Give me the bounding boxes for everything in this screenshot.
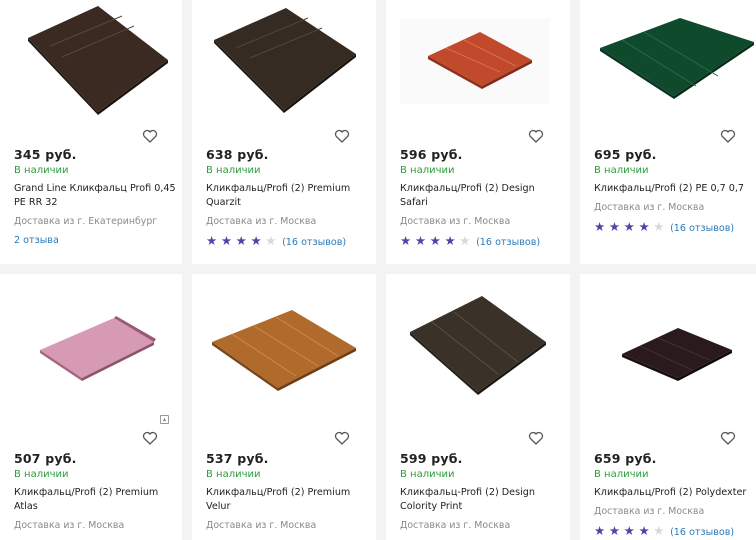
- reviews-count[interactable]: (16 отзывов): [670, 527, 734, 538]
- star-icon: ★: [638, 523, 650, 538]
- product-card[interactable]: ▴ 507 руб. В наличии Кликфальц/Profi (2)…: [0, 274, 182, 540]
- star-icon: ★: [250, 233, 262, 248]
- shipping-info: Доставка из г. Москва: [594, 506, 705, 517]
- heart-icon[interactable]: [528, 430, 546, 446]
- star-empty-icon: ★: [653, 523, 665, 538]
- product-price: 659 руб.: [594, 451, 657, 466]
- shipping-info: Доставка из г. Екатеринбург: [14, 216, 158, 227]
- star-empty-icon: ★: [459, 233, 471, 248]
- compare-icon[interactable]: ▴: [160, 415, 169, 424]
- product-image[interactable]: [386, 0, 570, 120]
- star-icon: ★: [594, 219, 606, 234]
- shipping-info: Доставка из г. Москва: [14, 520, 125, 531]
- product-title[interactable]: Кликфальц/Profi (2) Polydexter: [594, 486, 756, 500]
- product-price: 537 руб.: [206, 451, 269, 466]
- product-card[interactable]: 537 руб. В наличии Кликфальц/Profi (2) P…: [192, 274, 376, 540]
- product-card[interactable]: 659 руб. В наличии Кликфальц/Profi (2) P…: [580, 274, 756, 540]
- product-price: 599 руб.: [400, 451, 463, 466]
- product-card[interactable]: 596 руб. В наличии Кликфальц/Profi (2) D…: [386, 0, 570, 264]
- reviews-count[interactable]: (16 отзывов): [282, 237, 346, 248]
- star-icon: ★: [235, 233, 247, 248]
- product-title[interactable]: Grand Line Кликфальц Profi 0,45 PE RR 32: [14, 182, 178, 210]
- star-icon: ★: [414, 233, 427, 248]
- reviews-count[interactable]: 2 отзыва: [14, 235, 59, 246]
- star-icon: ★: [638, 219, 650, 234]
- heart-icon[interactable]: [720, 430, 738, 446]
- product-card[interactable]: 638 руб. В наличии Кликфальц/Profi (2) P…: [192, 0, 376, 264]
- availability-status: В наличии: [594, 165, 649, 176]
- product-grid: 345 руб. В наличии Grand Line Кликфальц …: [0, 0, 756, 540]
- heart-icon[interactable]: [528, 128, 546, 144]
- reviews-link[interactable]: 2 отзыва: [14, 235, 59, 246]
- shipping-info: Доставка из г. Москва: [400, 216, 511, 227]
- product-price: 507 руб.: [14, 451, 77, 466]
- reviews-count[interactable]: (16 отзывов): [476, 237, 540, 248]
- product-title[interactable]: Кликфальц/Profi (2) Premium Velur: [206, 486, 370, 514]
- shipping-info: Доставка из г. Москва: [594, 202, 705, 213]
- heart-icon[interactable]: [142, 128, 160, 144]
- star-icon: ★: [400, 233, 412, 248]
- star-icon: ★: [608, 219, 621, 234]
- product-image[interactable]: [0, 0, 182, 120]
- product-title[interactable]: Кликфальц/Profi (2) PE 0,7 0,7: [594, 182, 756, 196]
- rating-reviews[interactable]: ★ ★ ★ ★ ★ (16 отзывов): [594, 219, 734, 234]
- product-title[interactable]: Кликфальц/Profi (2) Premium Quarzit: [206, 182, 370, 210]
- availability-status: В наличии: [400, 469, 455, 480]
- rating-reviews[interactable]: ★ ★ ★ ★ ★ (16 отзывов): [206, 233, 346, 248]
- product-price: 638 руб.: [206, 147, 269, 162]
- product-card[interactable]: 599 руб. В наличии Кликфальц-Profi (2) D…: [386, 274, 570, 540]
- product-image[interactable]: [192, 0, 376, 120]
- availability-status: В наличии: [206, 165, 261, 176]
- availability-status: В наличии: [14, 469, 69, 480]
- star-icon: ★: [623, 219, 635, 234]
- heart-icon[interactable]: [142, 430, 160, 446]
- rating-reviews[interactable]: ★ ★ ★ ★ ★ (16 отзывов): [594, 523, 734, 538]
- product-title[interactable]: Кликфальц/Profi (2) Premium Atlas: [14, 486, 178, 514]
- heart-icon[interactable]: [334, 128, 352, 144]
- product-card[interactable]: 695 руб. В наличии Кликфальц/Profi (2) P…: [580, 0, 756, 264]
- product-title[interactable]: Кликфальц/Profi (2) Design Safari: [400, 182, 564, 210]
- star-icon: ★: [220, 233, 233, 248]
- star-icon: ★: [444, 233, 456, 248]
- star-icon: ★: [594, 523, 606, 538]
- heart-icon[interactable]: [334, 430, 352, 446]
- availability-status: В наличии: [594, 469, 649, 480]
- reviews-count[interactable]: (16 отзывов): [670, 223, 734, 234]
- availability-status: В наличии: [400, 165, 455, 176]
- star-empty-icon: ★: [653, 219, 665, 234]
- shipping-info: Доставка из г. Москва: [206, 520, 317, 531]
- product-price: 345 руб.: [14, 147, 77, 162]
- availability-status: В наличии: [14, 165, 69, 176]
- product-card[interactable]: 345 руб. В наличии Grand Line Кликфальц …: [0, 0, 182, 264]
- availability-status: В наличии: [206, 469, 261, 480]
- shipping-info: Доставка из г. Москва: [400, 520, 511, 531]
- star-icon: ★: [608, 523, 621, 538]
- product-image[interactable]: [580, 0, 756, 120]
- star-icon: ★: [206, 233, 218, 248]
- heart-icon[interactable]: [720, 128, 738, 144]
- product-title[interactable]: Кликфальц-Profi (2) Design Colority Prin…: [400, 486, 564, 514]
- star-icon: ★: [623, 523, 635, 538]
- product-image[interactable]: [192, 292, 376, 412]
- product-image[interactable]: [386, 284, 570, 404]
- product-price: 695 руб.: [594, 147, 657, 162]
- shipping-info: Доставка из г. Москва: [206, 216, 317, 227]
- star-icon: ★: [429, 233, 441, 248]
- product-image[interactable]: [0, 304, 182, 424]
- product-image[interactable]: [580, 320, 756, 440]
- rating-reviews[interactable]: ★ ★ ★ ★ ★ (16 отзывов): [400, 233, 540, 248]
- star-empty-icon: ★: [265, 233, 277, 248]
- product-price: 596 руб.: [400, 147, 463, 162]
